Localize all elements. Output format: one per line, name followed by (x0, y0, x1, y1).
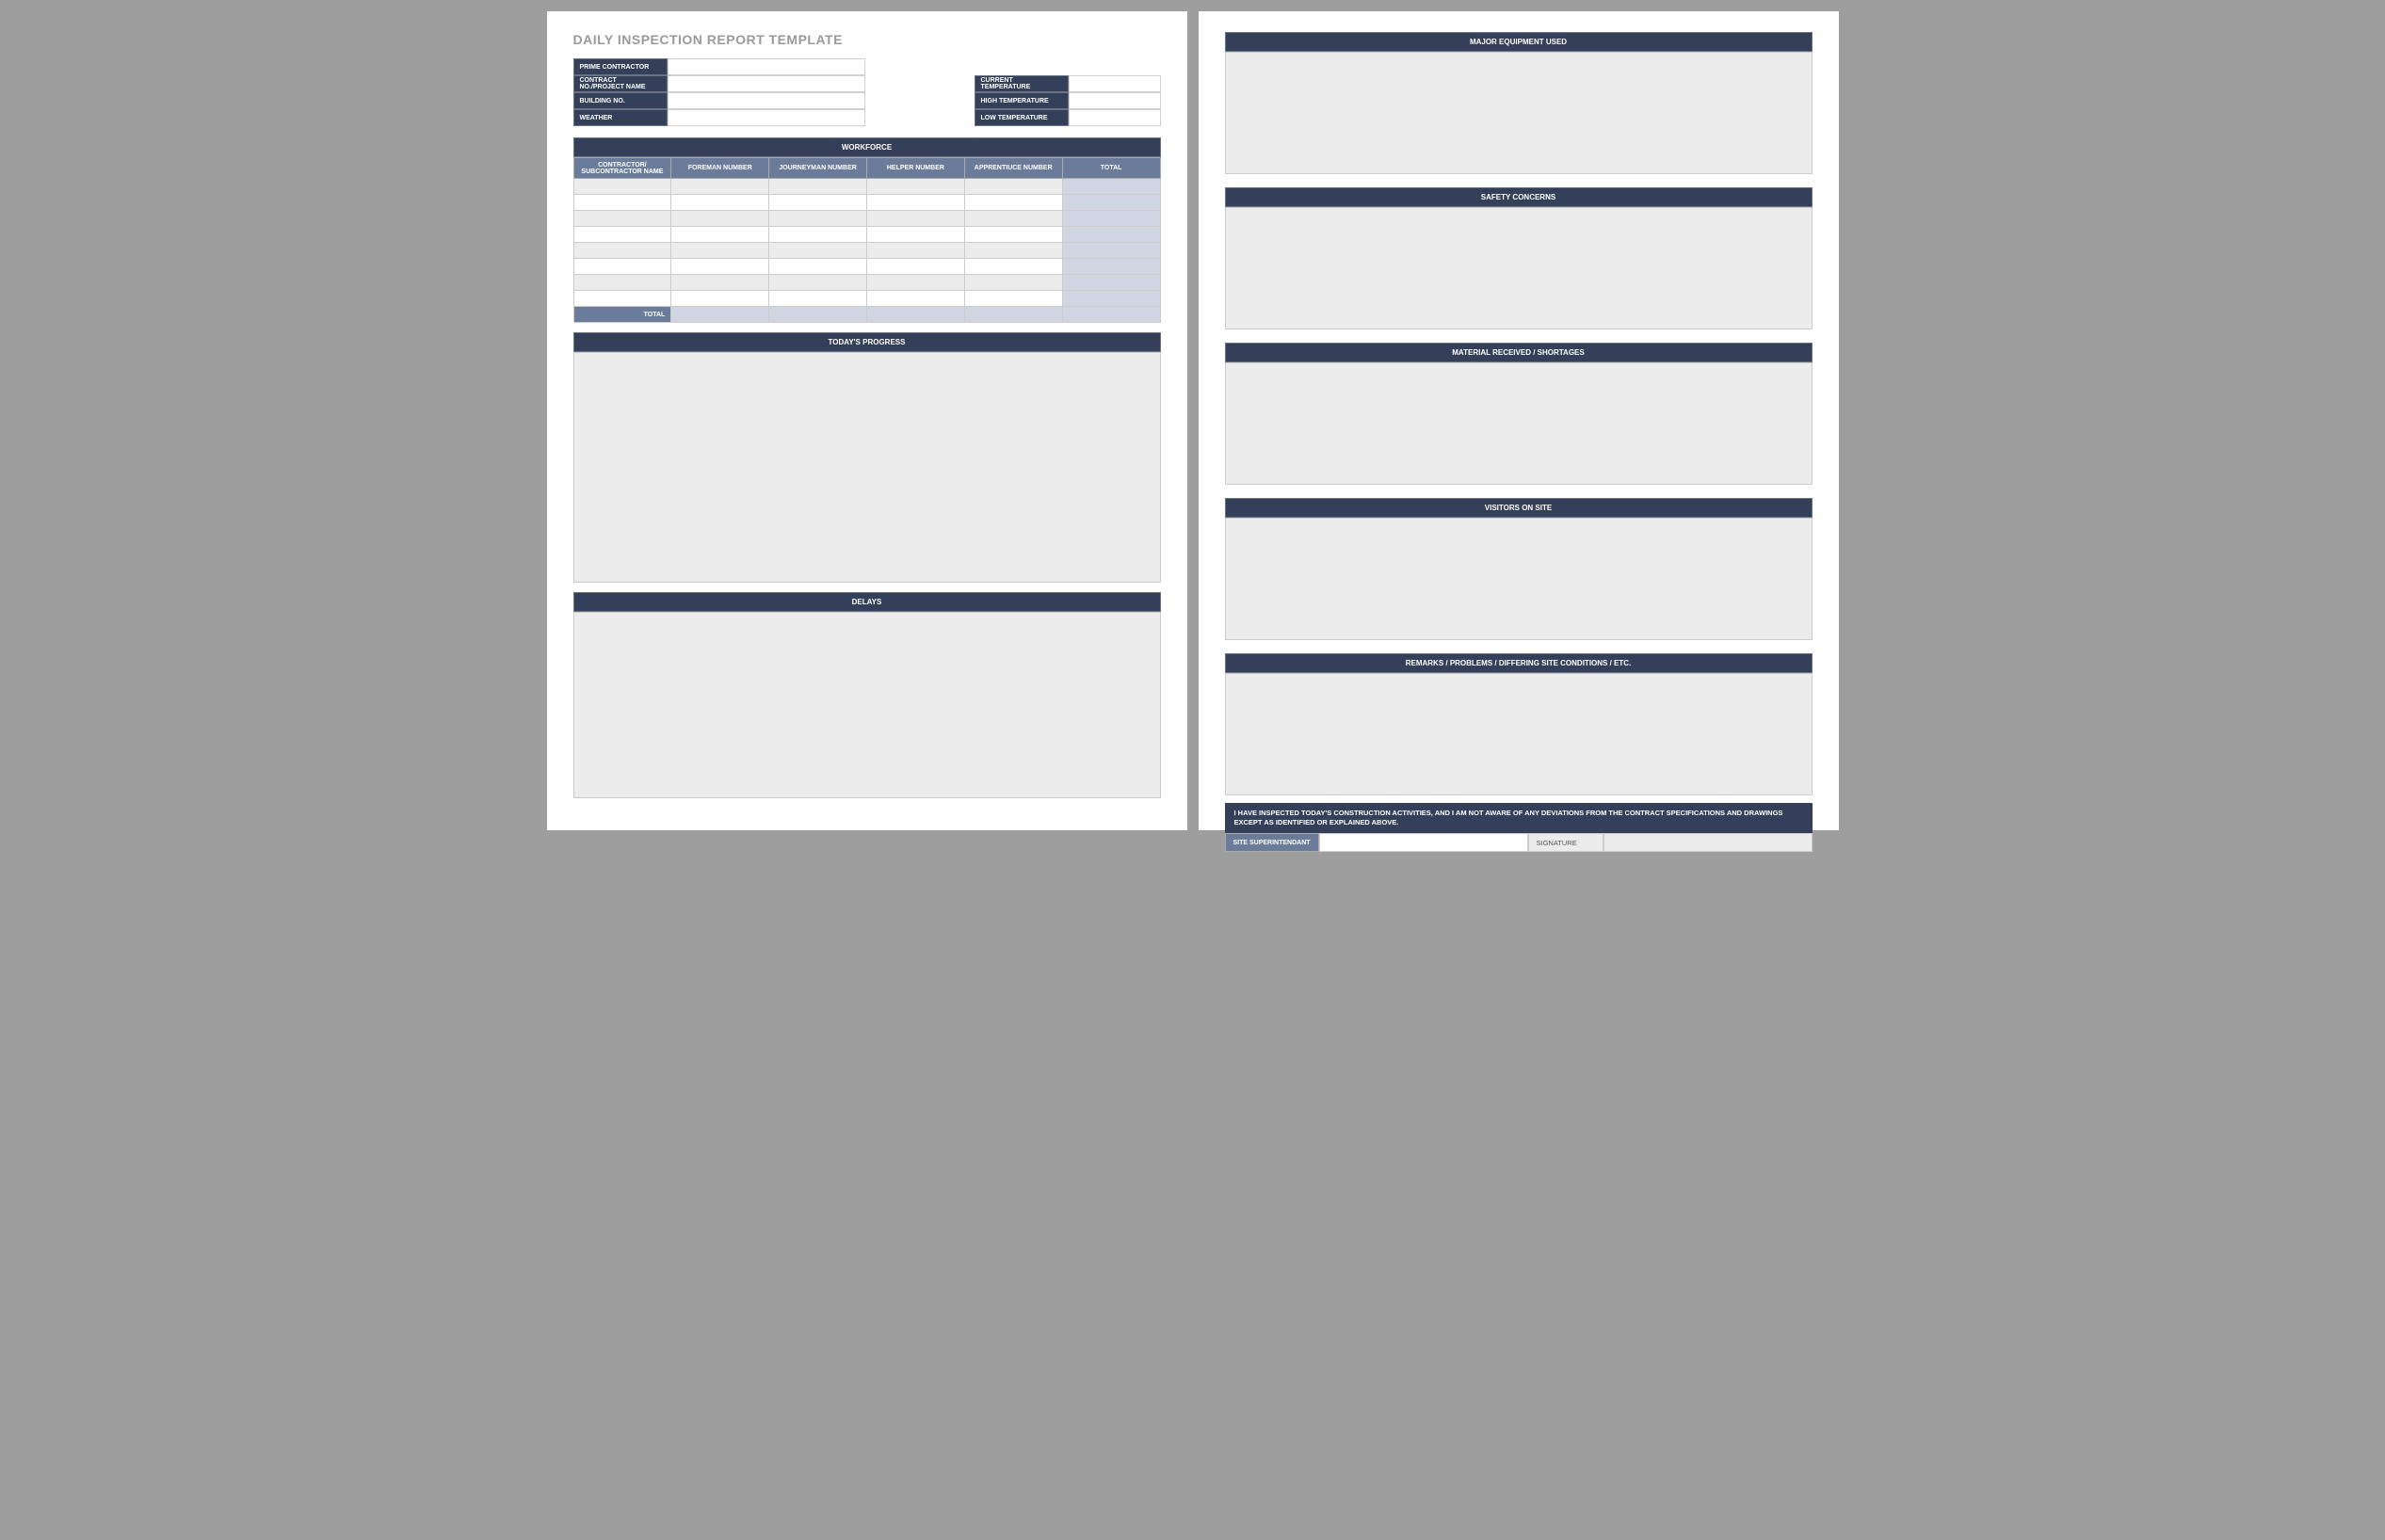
table-row[interactable] (573, 227, 1160, 243)
report-title: DAILY INSPECTION REPORT TEMPLATE (573, 32, 1161, 47)
safety-section: SAFETY CONCERNS (1225, 187, 1813, 329)
label-weather: WEATHER (573, 109, 668, 126)
visitors-header: VISITORS ON SITE (1225, 498, 1813, 518)
delays-header: DELAYS (573, 592, 1161, 612)
input-building[interactable] (668, 92, 865, 109)
table-row[interactable] (573, 291, 1160, 307)
remarks-header: REMARKS / PROBLEMS / DIFFERING SITE COND… (1225, 653, 1813, 673)
row-contract: CONTRACT NO./PROJECT NAME (573, 75, 865, 92)
input-contract[interactable] (668, 75, 865, 92)
label-low-temp: LOW TEMPERATURE (975, 109, 1069, 126)
remarks-section: REMARKS / PROBLEMS / DIFFERING SITE COND… (1225, 653, 1813, 795)
input-signature[interactable] (1603, 833, 1813, 852)
progress-header: TODAY'S PROGRESS (573, 332, 1161, 352)
material-textarea[interactable] (1225, 362, 1813, 485)
total-label: TOTAL (573, 307, 671, 323)
input-low-temp[interactable] (1069, 109, 1161, 126)
info-row: CONTRACT NO./PROJECT NAME BUILDING NO. W… (573, 75, 1161, 126)
visitors-textarea[interactable] (1225, 518, 1813, 640)
label-current-temp: CURRENT TEMPERATURE (975, 75, 1069, 92)
page-2: MAJOR EQUIPMENT USED SAFETY CONCERNS MAT… (1199, 11, 1839, 830)
col-journeyman: JOURNEYMAN NUMBER (769, 158, 867, 179)
row-weather: WEATHER (573, 109, 865, 126)
label-contract: CONTRACT NO./PROJECT NAME (573, 75, 668, 92)
col-contractor: CONTRACTOR/ SUBCONTRACTOR NAME (573, 158, 671, 179)
temperature-block: CURRENT TEMPERATURE HIGH TEMPERATURE LOW… (975, 75, 1161, 126)
table-row[interactable] (573, 259, 1160, 275)
visitors-section: VISITORS ON SITE (1225, 498, 1813, 640)
col-apprentice: APPRENTIUCE NUMBER (964, 158, 1062, 179)
delays-textarea[interactable] (573, 612, 1161, 798)
label-prime-contractor: PRIME CONTRACTOR (573, 58, 668, 75)
equipment-section: MAJOR EQUIPMENT USED (1225, 32, 1813, 174)
certification-statement: I HAVE INSPECTED TODAY'S CONSTRUCTION AC… (1225, 803, 1813, 833)
label-signature: SIGNATURE (1528, 833, 1603, 852)
material-section: MATERIAL RECEIVED / SHORTAGES (1225, 343, 1813, 485)
table-row[interactable] (573, 275, 1160, 291)
row-current-temp: CURRENT TEMPERATURE (975, 75, 1161, 92)
equipment-header: MAJOR EQUIPMENT USED (1225, 32, 1813, 52)
safety-header: SAFETY CONCERNS (1225, 187, 1813, 207)
row-building: BUILDING NO. (573, 92, 865, 109)
workforce-header: WORKFORCE (573, 137, 1161, 157)
row-low-temp: LOW TEMPERATURE (975, 109, 1161, 126)
input-current-temp[interactable] (1069, 75, 1161, 92)
row-prime-contractor: PRIME CONTRACTOR (573, 58, 865, 75)
table-row[interactable] (573, 195, 1160, 211)
table-row[interactable] (573, 211, 1160, 227)
signature-row: SITE SUPERINTENDANT SIGNATURE (1225, 833, 1813, 852)
table-row[interactable] (573, 243, 1160, 259)
col-foreman: FOREMAN NUMBER (671, 158, 769, 179)
remarks-textarea[interactable] (1225, 673, 1813, 795)
row-high-temp: HIGH TEMPERATURE (975, 92, 1161, 109)
input-weather[interactable] (668, 109, 865, 126)
label-building: BUILDING NO. (573, 92, 668, 109)
table-total-row: TOTAL (573, 307, 1160, 323)
equipment-textarea[interactable] (1225, 52, 1813, 174)
page-1: DAILY INSPECTION REPORT TEMPLATE PRIME C… (547, 11, 1187, 830)
input-high-temp[interactable] (1069, 92, 1161, 109)
material-header: MATERIAL RECEIVED / SHORTAGES (1225, 343, 1813, 362)
col-helper: HELPER NUMBER (866, 158, 964, 179)
input-superintendent[interactable] (1319, 833, 1528, 852)
label-high-temp: HIGH TEMPERATURE (975, 92, 1069, 109)
col-total: TOTAL (1062, 158, 1160, 179)
workforce-table: CONTRACTOR/ SUBCONTRACTOR NAME FOREMAN N… (573, 157, 1161, 323)
safety-textarea[interactable] (1225, 207, 1813, 329)
table-row[interactable] (573, 179, 1160, 195)
label-superintendent: SITE SUPERINTENDANT (1225, 833, 1319, 852)
progress-textarea[interactable] (573, 352, 1161, 583)
input-prime-contractor[interactable] (668, 58, 865, 75)
